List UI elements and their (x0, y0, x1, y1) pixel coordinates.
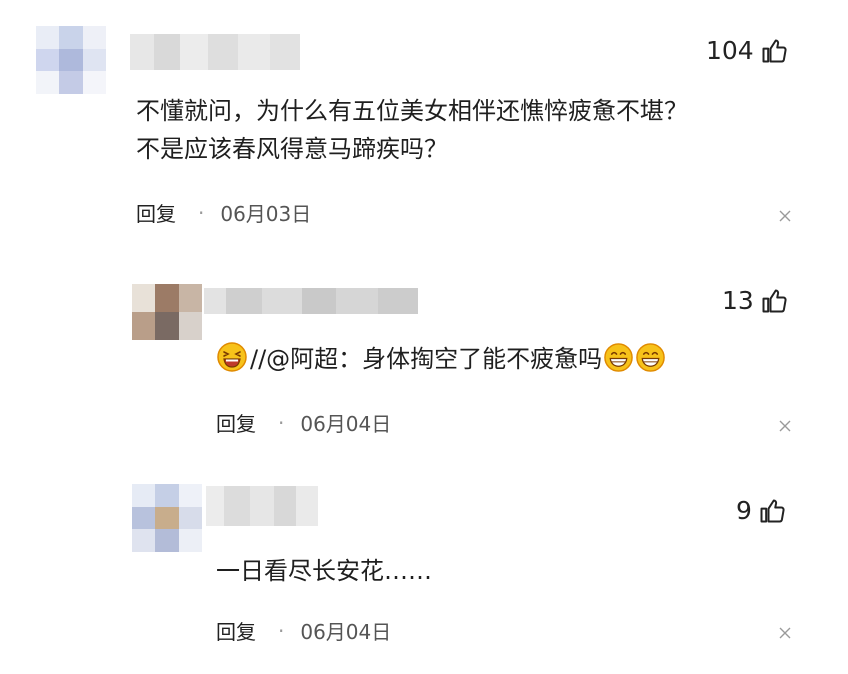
comment-text: 一日看尽长安花…… (216, 552, 432, 590)
nickname[interactable] (204, 288, 418, 314)
comment-text: //@阿超：身体掏空了能不疲惫吗 (216, 340, 666, 378)
thumbs-up-icon (762, 289, 787, 312)
close-icon[interactable] (778, 626, 792, 640)
nickname[interactable] (206, 486, 318, 526)
reply-button[interactable]: 回复 (216, 616, 256, 645)
reply-button[interactable]: 回复 (136, 198, 176, 227)
avatar[interactable] (132, 284, 202, 340)
laughing-emoji-icon (217, 342, 247, 372)
reply-button[interactable]: 回复 (216, 408, 256, 437)
close-icon[interactable] (778, 209, 792, 223)
separator-dot: · (198, 200, 205, 225)
reply-mention[interactable]: //@阿超： (250, 345, 362, 373)
grinning-emoji-icon (604, 343, 633, 372)
comment-date: 06月04日 (300, 620, 392, 644)
thumbs-up-icon (762, 39, 787, 62)
comment-date: 06月04日 (300, 412, 392, 436)
comment-meta: 回复 · 06月03日 (136, 198, 311, 227)
comment-text: 不懂就问，为什么有五位美女相伴还憔悴疲惫不堪？ 不是应该春风得意马蹄疾吗？ (136, 92, 688, 168)
separator-dot: · (278, 410, 285, 435)
like-count: 13 (722, 286, 754, 315)
avatar[interactable] (132, 484, 202, 552)
close-icon[interactable] (778, 419, 792, 433)
like-count: 104 (706, 36, 754, 65)
like-button[interactable]: 104 (706, 36, 788, 65)
grinning-emoji-icon (636, 343, 665, 372)
comment-line: 不是应该春风得意马蹄疾吗？ (136, 135, 448, 163)
nickname[interactable] (130, 34, 300, 70)
like-button[interactable]: 13 (722, 286, 788, 315)
separator-dot: · (278, 618, 285, 643)
comment-line: 不懂就问，为什么有五位美女相伴还憔悴疲惫不堪？ (136, 97, 688, 125)
comment-date: 06月03日 (220, 202, 312, 226)
like-count: 9 (736, 496, 752, 525)
like-button[interactable]: 9 (736, 496, 786, 525)
comment-line: 一日看尽长安花…… (216, 557, 432, 585)
comment-meta: 回复 · 06月04日 (216, 408, 391, 437)
comment-meta: 回复 · 06月04日 (216, 616, 391, 645)
thumbs-up-icon (760, 499, 785, 522)
avatar[interactable] (36, 26, 106, 94)
reply-body: 身体掏空了能不疲惫吗 (362, 345, 603, 373)
